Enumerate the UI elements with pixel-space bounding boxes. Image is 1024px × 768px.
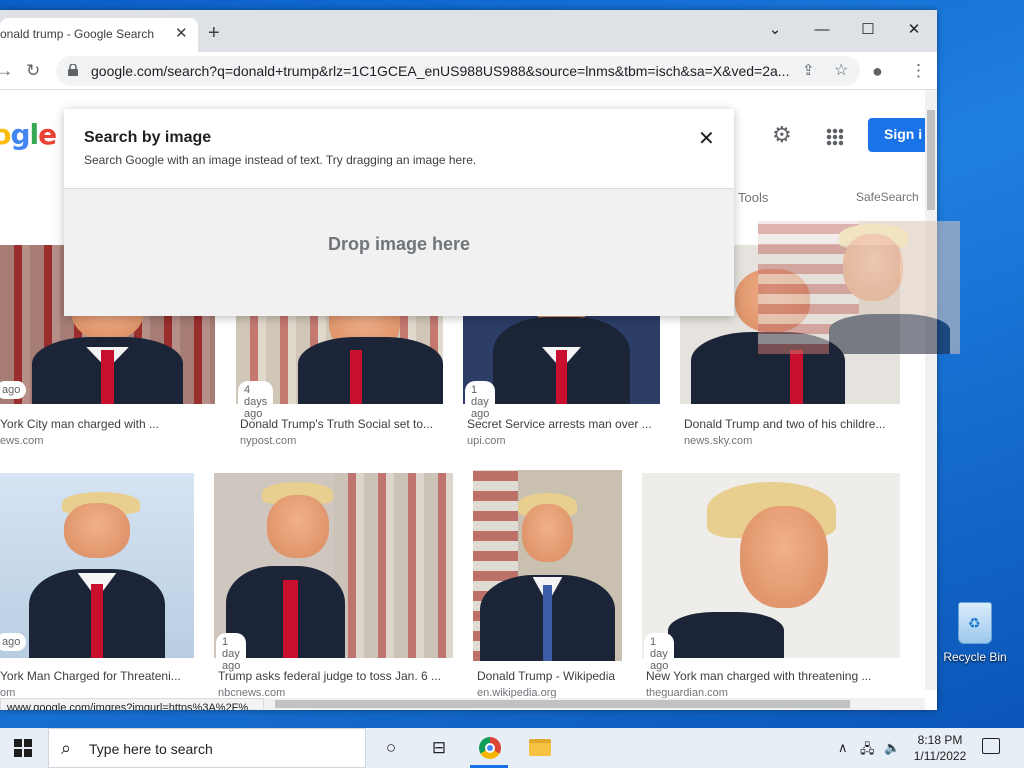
dialog-close-icon[interactable]: ✕: [698, 126, 715, 151]
google-apps-icon[interactable]: [826, 128, 844, 146]
share-icon[interactable]: ⇪: [802, 61, 815, 81]
dialog-title: Search by image: [84, 129, 212, 146]
result-caption[interactable]: New York man charged with threatening ..…: [646, 669, 871, 683]
google-logo[interactable]: oogle: [0, 118, 57, 151]
tab-close-icon[interactable]: ✕: [175, 24, 188, 42]
recycle-bin-icon: ♻: [958, 602, 992, 644]
recycle-bin-desktop-icon[interactable]: ♻ Recycle Bin: [940, 602, 1010, 664]
search-icon: ⌕: [61, 738, 72, 758]
result-thumbnail[interactable]: [642, 473, 900, 658]
folder-icon: [529, 739, 551, 756]
clock-date: 1/11/2022: [913, 749, 967, 763]
windows-start-icon[interactable]: [14, 739, 32, 757]
clock-time: 8:18 PM: [917, 733, 963, 747]
system-clock[interactable]: 8:18 PM 1/11/2022: [908, 732, 972, 764]
result-caption[interactable]: Donald Trump and two of his childre...: [684, 417, 885, 431]
result-caption[interactable]: Donald Trump's Truth Social set to...: [240, 417, 433, 431]
forward-icon[interactable]: →: [0, 61, 13, 81]
taskbar: ⌕ Type here to search ○ ⊟ ∧ 🖧 🔈 8:18 PM …: [0, 728, 1024, 768]
new-tab-button[interactable]: +: [208, 23, 220, 43]
chrome-taskbar-button[interactable]: [466, 728, 512, 768]
browser-toolbar: → ↻ google.com/search?q=donald+trump&rlz…: [0, 52, 937, 90]
lock-icon[interactable]: [68, 64, 78, 76]
tab-strip: onald trump - Google Search ✕ + ⌄ — ☐ ✕: [0, 10, 937, 52]
result-caption[interactable]: Secret Service arrests man over ...: [467, 417, 652, 431]
file-explorer-taskbar-button[interactable]: [516, 728, 562, 768]
close-window-button[interactable]: ✕: [894, 16, 934, 44]
safesearch-button[interactable]: SafeSearch: [856, 190, 919, 204]
show-hidden-icons-chevron-icon[interactable]: ∧: [838, 740, 848, 756]
tab-google-search[interactable]: onald trump - Google Search ✕: [0, 18, 198, 52]
time-badge: ago: [0, 381, 27, 399]
drop-zone[interactable]: Drop image here: [64, 188, 734, 316]
url-text[interactable]: google.com/search?q=donald+trump&rlz=1C1…: [91, 63, 791, 79]
result-caption[interactable]: York City man charged with ...: [0, 417, 159, 431]
notification-center-icon[interactable]: [982, 738, 1000, 754]
reload-icon[interactable]: ↻: [26, 61, 40, 81]
result-source[interactable]: ews.com: [0, 435, 43, 447]
result-thumbnail[interactable]: [214, 473, 453, 658]
task-view-icon[interactable]: ⊟: [416, 728, 462, 768]
taskbar-search-box[interactable]: ⌕ Type here to search: [48, 728, 366, 768]
chrome-icon: [479, 737, 501, 759]
menu-kebab-icon[interactable]: ⋮: [910, 61, 927, 81]
tab-title: onald trump - Google Search: [0, 27, 155, 41]
result-thumbnail[interactable]: [473, 470, 622, 661]
cortana-icon[interactable]: ○: [368, 728, 414, 768]
result-caption[interactable]: Trump asks federal judge to toss Jan. 6 …: [218, 669, 441, 683]
sign-in-button[interactable]: Sign i: [868, 118, 925, 152]
network-icon[interactable]: 🖧: [860, 740, 875, 762]
tools-button[interactable]: Tools: [738, 190, 768, 205]
drop-zone-label: Drop image here: [327, 234, 471, 254]
search-settings-gear-icon[interactable]: ⚙: [772, 122, 792, 148]
taskbar-search-placeholder: Type here to search: [89, 741, 213, 757]
time-badge: ago: [0, 633, 27, 651]
vertical-scrollbar[interactable]: [925, 90, 937, 690]
result-source[interactable]: nypost.com: [240, 435, 296, 447]
maximize-button[interactable]: ☐: [848, 16, 888, 44]
link-status-bar: www.google.com/imgres?imgurl=https%3A%2F…: [0, 698, 265, 710]
bookmark-star-icon[interactable]: ☆: [834, 61, 848, 81]
profile-icon[interactable]: ●: [872, 61, 883, 81]
result-caption[interactable]: York Man Charged for Threateni...: [0, 669, 181, 683]
minimize-button[interactable]: —: [802, 16, 842, 44]
result-source[interactable]: news.sky.com: [684, 435, 752, 447]
dialog-subtitle: Search Google with an image instead of t…: [84, 153, 477, 167]
dragged-image-preview[interactable]: [758, 221, 960, 354]
result-source[interactable]: upi.com: [467, 435, 506, 447]
volume-muted-icon[interactable]: 🔈: [884, 740, 900, 756]
browser-window: onald trump - Google Search ✕ + ⌄ — ☐ ✕ …: [0, 10, 937, 710]
result-caption[interactable]: Donald Trump - Wikipedia: [477, 669, 615, 683]
result-thumbnail[interactable]: [0, 473, 194, 658]
search-by-image-dialog: Search by image Search Google with an im…: [64, 109, 734, 316]
tab-search-dropdown-icon[interactable]: ⌄: [755, 16, 795, 44]
recycle-bin-label: Recycle Bin: [943, 650, 1007, 664]
address-bar[interactable]: google.com/search?q=donald+trump&rlz=1C1…: [56, 56, 860, 86]
